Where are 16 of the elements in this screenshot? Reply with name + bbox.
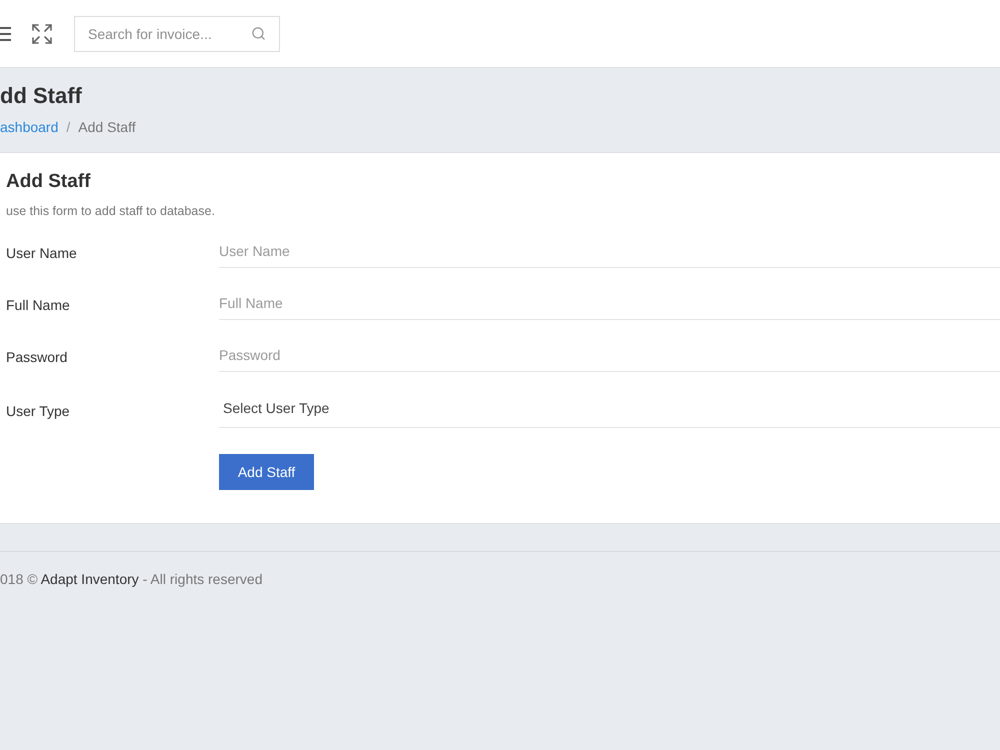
search-field[interactable]: Search for invoice... bbox=[74, 16, 280, 52]
card-subtitle: use this form to add staff to database. bbox=[6, 203, 216, 219]
menu-icon[interactable] bbox=[0, 26, 11, 40]
add-staff-button[interactable]: Add Staff bbox=[219, 454, 314, 490]
field-label: Password bbox=[6, 348, 68, 366]
field-label: User Type bbox=[6, 402, 71, 421]
copyright-text: 018 © Adapt Inventory - All rights reserved bbox=[0, 570, 264, 588]
card-title: Add Staff bbox=[6, 170, 92, 194]
field-label: Full Name bbox=[6, 296, 71, 314]
expand-icon[interactable] bbox=[30, 22, 54, 46]
field-label: User Name bbox=[6, 244, 78, 262]
search-icon[interactable] bbox=[251, 26, 266, 40]
breadcrumb-current: Add Staff bbox=[78, 118, 136, 136]
breadcrumb-separator: / bbox=[66, 118, 70, 136]
brand-link[interactable]: Adapt Inventory bbox=[40, 571, 139, 587]
page-title: dd Staff bbox=[0, 82, 83, 110]
